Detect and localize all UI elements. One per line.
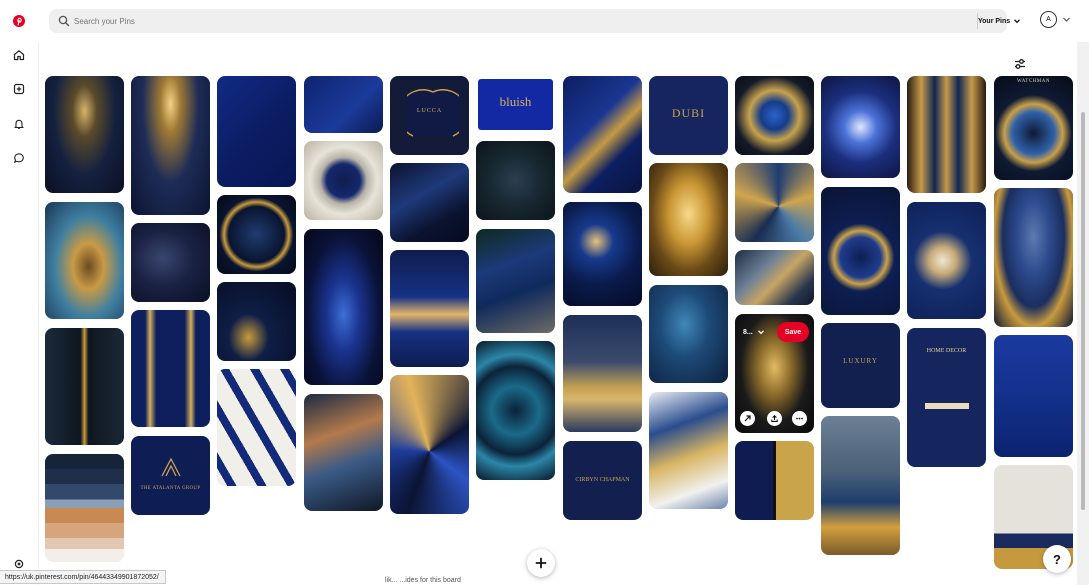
chevron-down-icon bbox=[757, 330, 764, 335]
pin-card[interactable]: HOME DECOR bbox=[907, 328, 986, 467]
pin-card[interactable] bbox=[735, 441, 814, 520]
more-ideas-text: lik... ...ides for this board bbox=[385, 577, 461, 584]
pin-card[interactable]: LUCCA bbox=[390, 76, 469, 155]
pin-card[interactable] bbox=[217, 195, 296, 274]
pin-card[interactable] bbox=[476, 229, 555, 333]
pin-caption: CIRBYN CHAPMAN bbox=[575, 477, 630, 483]
help-label: ? bbox=[1053, 551, 1061, 567]
pin-card[interactable] bbox=[821, 416, 900, 555]
pin-card[interactable] bbox=[390, 375, 469, 514]
pin-card[interactable]: LUXURY bbox=[821, 323, 900, 408]
pin-caption: DUBI bbox=[671, 106, 706, 120]
pin-card[interactable]: THE ATALANTA GROUP bbox=[131, 436, 210, 515]
pin-card[interactable] bbox=[390, 250, 469, 367]
swatch-strip bbox=[925, 403, 969, 409]
pin-card[interactable] bbox=[304, 76, 383, 133]
brand-plate-icon bbox=[407, 89, 459, 137]
pin-grid: THE ATALANTA GROUP LUCCA bluish CIRBYN C… bbox=[0, 0, 1077, 585]
save-button[interactable]: Save bbox=[777, 322, 809, 342]
pin-card[interactable] bbox=[649, 163, 728, 276]
pin-card[interactable] bbox=[994, 188, 1073, 327]
pin-caption: HOME DECOR bbox=[926, 348, 967, 354]
pin-card[interactable] bbox=[217, 282, 296, 361]
pin-card[interactable] bbox=[735, 76, 814, 155]
pin-card[interactable]: bluish bbox=[476, 76, 555, 133]
pin-card[interactable] bbox=[907, 76, 986, 193]
pin-card[interactable] bbox=[304, 229, 383, 385]
pin-caption: THE ATALANTA GROUP bbox=[140, 486, 201, 491]
more-icon[interactable] bbox=[792, 411, 807, 426]
pin-card[interactable] bbox=[821, 187, 900, 315]
pin-card[interactable] bbox=[45, 76, 124, 193]
pin-caption: bluish bbox=[499, 94, 532, 109]
share-icon[interactable] bbox=[740, 411, 755, 426]
create-fab-button[interactable] bbox=[527, 549, 555, 577]
logo-mark-icon bbox=[161, 457, 181, 477]
pin-card[interactable] bbox=[476, 141, 555, 220]
pin-card[interactable]: CIRBYN CHAPMAN bbox=[563, 441, 642, 520]
pin-card[interactable] bbox=[217, 369, 296, 486]
pin-card[interactable] bbox=[735, 163, 814, 242]
pin-card[interactable] bbox=[45, 202, 124, 319]
pin-card[interactable] bbox=[735, 250, 814, 305]
pin-card[interactable] bbox=[390, 163, 469, 242]
plus-icon bbox=[535, 557, 547, 569]
upload-icon[interactable] bbox=[767, 411, 782, 426]
pin-card[interactable] bbox=[131, 310, 210, 427]
pin-caption: WATCHMAN bbox=[1017, 79, 1050, 84]
app-window: Your Pins A THE ATALANTA GROUP bbox=[0, 0, 1089, 585]
pin-card[interactable] bbox=[994, 335, 1073, 457]
pin-card[interactable] bbox=[563, 202, 642, 306]
pin-card[interactable] bbox=[821, 76, 900, 178]
pin-card[interactable]: DUBI bbox=[649, 76, 728, 155]
pin-card[interactable] bbox=[907, 202, 986, 319]
help-button[interactable]: ? bbox=[1043, 545, 1071, 573]
pin-card[interactable] bbox=[131, 76, 210, 215]
pin-card[interactable] bbox=[131, 223, 210, 302]
pin-caption: LUCCA bbox=[416, 108, 443, 114]
pin-card[interactable] bbox=[45, 454, 124, 562]
pin-card[interactable] bbox=[563, 76, 642, 193]
pin-card[interactable] bbox=[476, 341, 555, 480]
status-bar-url: https://uk.pinterest.com/pin/46443349901… bbox=[0, 570, 166, 584]
scrollbar[interactable] bbox=[1077, 42, 1089, 585]
pin-caption: LUXURY bbox=[843, 357, 878, 365]
pin-card[interactable] bbox=[563, 315, 642, 432]
pin-card[interactable] bbox=[304, 394, 383, 511]
pin-card[interactable] bbox=[649, 285, 728, 383]
pin-card[interactable] bbox=[649, 392, 728, 509]
pin-card[interactable] bbox=[45, 328, 124, 445]
board-selector[interactable]: 8... bbox=[743, 325, 765, 339]
scrollbar-thumb[interactable] bbox=[1081, 112, 1085, 510]
pin-card[interactable] bbox=[304, 141, 383, 220]
pin-card[interactable]: WATCHMAN bbox=[994, 76, 1073, 180]
board-selector-label: 8... bbox=[743, 328, 753, 336]
pin-card[interactable] bbox=[217, 76, 296, 187]
